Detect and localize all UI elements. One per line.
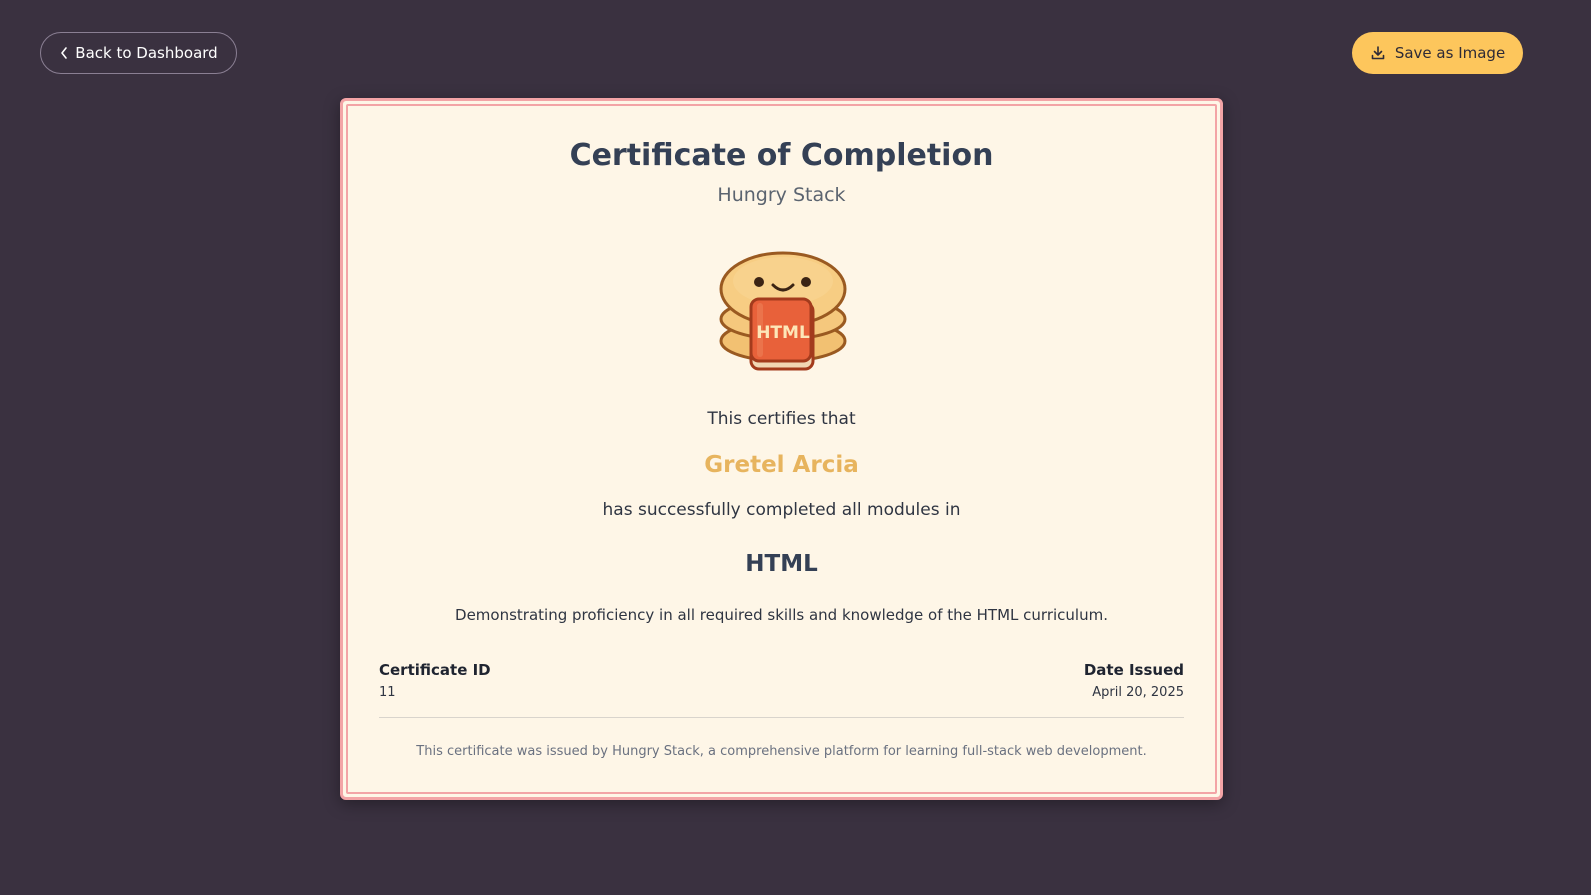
certifies-text: This certifies that <box>707 409 856 429</box>
certificate-id-label: Certificate ID <box>379 661 491 679</box>
chevron-left-icon <box>61 47 68 59</box>
save-button-label: Save as Image <box>1394 44 1506 62</box>
certificate-organization: Hungry Stack <box>717 184 846 206</box>
save-as-image-button[interactable]: Save as Image <box>1352 32 1523 74</box>
date-issued-block: Date Issued April 20, 2025 <box>1084 661 1184 700</box>
date-issued-value: April 20, 2025 <box>1092 685 1184 700</box>
course-name: HTML <box>745 551 818 577</box>
certificate-id-value: 11 <box>379 685 396 700</box>
certificate-footer-note: This certificate was issued by Hungry St… <box>416 744 1147 759</box>
certificate-content: Certificate of Completion Hungry Stack H… <box>343 101 1220 797</box>
back-button-label: Back to Dashboard <box>75 44 218 62</box>
date-issued-label: Date Issued <box>1083 661 1184 679</box>
recipient-name: Gretel Arcia <box>704 452 859 478</box>
certificate-description: Demonstrating proficiency in all require… <box>455 606 1108 624</box>
download-icon <box>1371 46 1385 60</box>
certificate-title: Certificate of Completion <box>569 138 994 173</box>
back-to-dashboard-button[interactable]: Back to Dashboard <box>40 32 237 74</box>
certificate-divider <box>379 717 1184 718</box>
certificate-card: Certificate of Completion Hungry Stack H… <box>340 98 1223 800</box>
completed-text: has successfully completed all modules i… <box>602 500 961 520</box>
certificate-id-block: Certificate ID 11 <box>379 661 491 700</box>
pancake-mascot-icon: HTML <box>719 251 847 371</box>
mascot-book-label: HTML <box>756 323 810 343</box>
certificate-page: Back to Dashboard Save as Image Certific… <box>0 0 1591 895</box>
